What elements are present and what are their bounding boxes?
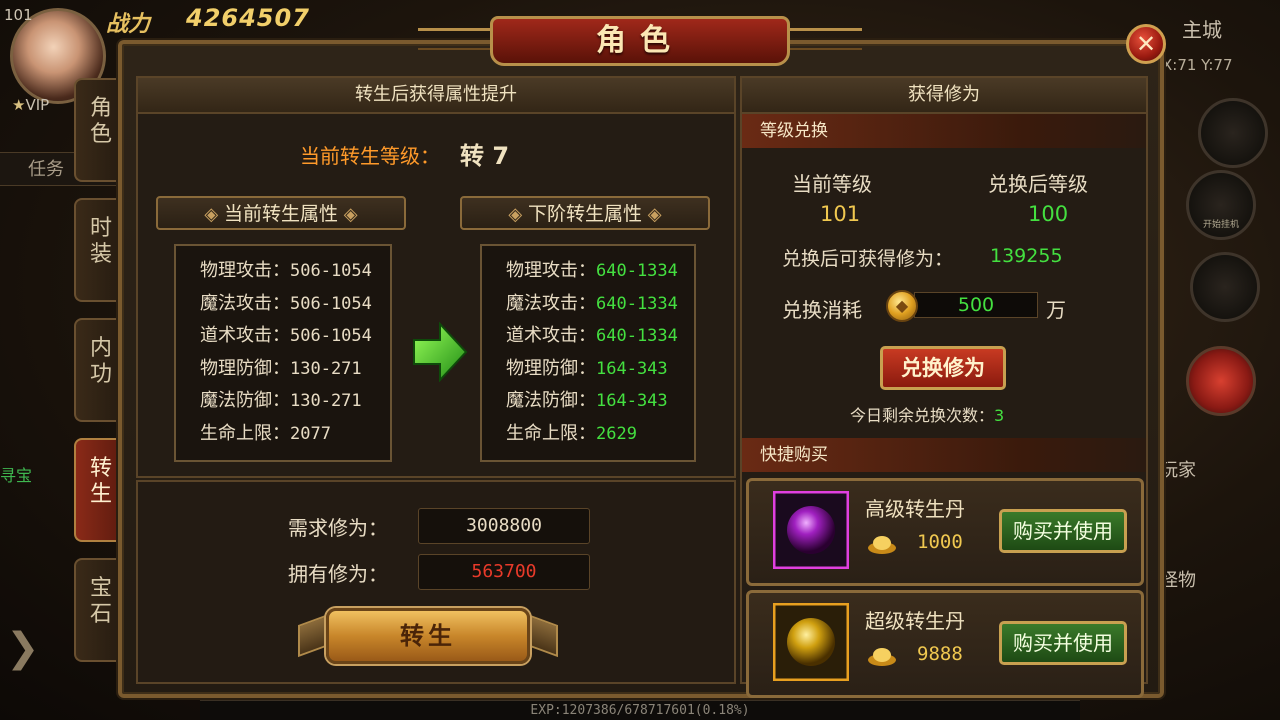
empty-skill-slot[interactable] xyxy=(1190,252,1260,322)
coin-icon: ◆ xyxy=(886,290,918,322)
gold-pill-icon xyxy=(773,603,849,681)
exchange-section-header: 等级兑换 xyxy=(742,114,1146,148)
current-attrs-banner: ◈ 当前转生属性 ◈ xyxy=(156,196,406,230)
treasure-label: 寻宝 xyxy=(0,466,33,485)
stat-row: 生命上限：2077 xyxy=(200,422,331,444)
stat-row: 道术攻击：506-1054 xyxy=(200,325,372,346)
owned-label: 拥有修为： xyxy=(288,562,388,586)
next-arrow-icon xyxy=(413,322,468,382)
skill-button[interactable] xyxy=(1198,98,1268,168)
current-attrs-list: 物理攻击：506-1054 魔法攻击：506-1054 道术攻击：506-105… xyxy=(174,244,392,462)
stat-row: 物理防御：130-271 xyxy=(200,357,362,379)
remaining-exchanges: 今日剩余兑换次数：3 xyxy=(850,406,1005,425)
stat-row: 道术攻击：640-1334 xyxy=(506,325,678,346)
title-ornament-right xyxy=(782,28,862,50)
player-level: 101 xyxy=(4,6,33,24)
current-level-label: 当前等级 xyxy=(792,172,872,196)
map-coord: X:71 Y:77 xyxy=(1162,56,1233,74)
monster-list-label[interactable]: 怪物 xyxy=(1160,566,1196,592)
window-title: 角色 xyxy=(490,16,790,66)
item-name: 高级转生丹 xyxy=(865,497,965,521)
title-ornament-left xyxy=(418,28,498,50)
rebirth-button[interactable]: 转生 xyxy=(326,608,530,664)
cost-unit: 万 xyxy=(1046,298,1066,322)
current-level-value: 101 xyxy=(820,202,861,226)
buy-and-use-button[interactable]: 购买并使用 xyxy=(999,621,1127,665)
gold-ingot-icon xyxy=(868,536,896,554)
purple-pill-icon xyxy=(773,491,849,569)
stat-row: 魔法攻击：640-1334 xyxy=(506,292,678,314)
exp-bar: EXP:1207386/678717601(0.18%) xyxy=(200,700,1080,720)
stat-row: 物理攻击：506-1054 xyxy=(200,260,372,281)
stat-row: 生命上限：2629 xyxy=(506,422,637,444)
close-button[interactable]: ✕ xyxy=(1126,24,1166,64)
player-list-label[interactable]: 玩家 xyxy=(1160,456,1196,482)
power-value: 4264507 xyxy=(186,4,310,32)
rebirth-attrs-header: 转生后获得属性提升 xyxy=(138,78,734,114)
shop-item-super-pill: 超级转生丹 9888 购买并使用 xyxy=(746,590,1144,698)
quick-buy-header: 快捷购买 xyxy=(742,438,1146,472)
next-attrs-banner: ◈ 下阶转生属性 ◈ xyxy=(460,196,710,230)
current-rebirth-label: 当前转生等级： xyxy=(300,144,440,168)
gain-label: 兑换后可获得修为： xyxy=(782,248,954,270)
item-price: 1000 xyxy=(917,531,963,553)
item-name: 超级转生丹 xyxy=(865,609,965,633)
stat-row: 魔法攻击：506-1054 xyxy=(200,292,372,314)
vip-badge[interactable]: ★VIP xyxy=(12,96,49,114)
required-value: 3008800 xyxy=(418,508,590,544)
map-name: 主城 xyxy=(1182,18,1222,42)
power-label: 战力 xyxy=(106,11,151,37)
stat-row: 物理攻击：640-1334 xyxy=(506,260,678,281)
close-icon: ✕ xyxy=(1135,30,1157,58)
stat-row: 魔法防御：130-271 xyxy=(200,390,362,411)
diamond-ornament-icon: ◈ xyxy=(338,204,358,225)
auto-battle-button[interactable]: 开始挂机 xyxy=(1186,170,1256,240)
cultivation-header: 获得修为 xyxy=(742,78,1146,114)
diamond-ornament-icon: ◈ xyxy=(508,204,528,225)
shop-item-advanced-pill: 高级转生丹 1000 购买并使用 xyxy=(746,478,1144,586)
gold-ingot-icon xyxy=(868,648,896,666)
next-attrs-list: 物理攻击：640-1334 魔法攻击：640-1334 道术攻击：640-133… xyxy=(480,244,696,462)
after-level-value: 100 xyxy=(1028,202,1069,226)
required-label: 需求修为： xyxy=(288,516,388,540)
cost-value: 500 xyxy=(914,292,1038,318)
diamond-ornament-icon: ◈ xyxy=(204,204,224,225)
event-button[interactable] xyxy=(1186,346,1256,416)
stat-row: 物理防御：164-343 xyxy=(506,357,668,379)
diamond-ornament-icon: ◈ xyxy=(642,204,662,225)
after-level-label: 兑换后等级 xyxy=(988,172,1088,196)
buy-and-use-button[interactable]: 购买并使用 xyxy=(999,509,1127,553)
star-icon: ★ xyxy=(12,96,26,114)
item-price: 9888 xyxy=(917,643,963,665)
current-rebirth-value: 转 7 xyxy=(460,142,510,170)
expand-arrow-icon[interactable]: ❯ xyxy=(6,618,46,678)
gain-value: 139255 xyxy=(990,245,1063,267)
stat-row: 魔法防御：164-343 xyxy=(506,390,668,411)
owned-value: 563700 xyxy=(418,554,590,590)
cost-label: 兑换消耗 xyxy=(782,298,862,322)
exchange-cultivation-button[interactable]: 兑换修为 xyxy=(880,346,1006,390)
